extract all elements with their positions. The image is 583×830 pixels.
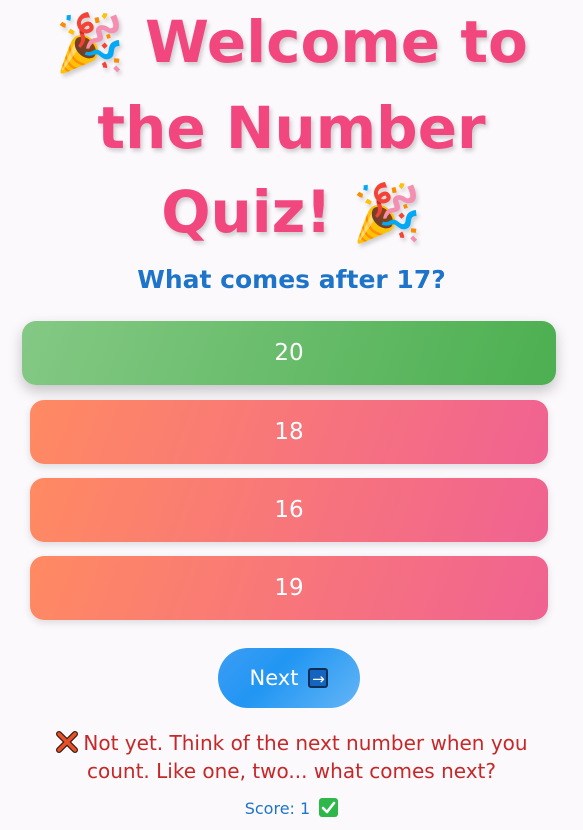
cross-mark-icon bbox=[56, 731, 79, 753]
answer-option-4[interactable]: 19 bbox=[30, 556, 548, 620]
title-line-3: Quiz! 🎉 bbox=[0, 170, 583, 256]
title-text-1: Welcome to bbox=[145, 8, 528, 76]
title-text-2: the Number bbox=[97, 94, 486, 162]
title-text-3: Quiz! bbox=[161, 178, 332, 246]
feedback-message: Not yet. Think of the next number when y… bbox=[40, 729, 543, 785]
check-mark-icon bbox=[319, 798, 339, 817]
title-line-1: 🎉 Welcome to bbox=[0, 0, 583, 86]
page-title: 🎉 Welcome to the Number Quiz! 🎉 bbox=[0, 0, 583, 256]
party-popper-icon: 🎉 bbox=[352, 181, 422, 246]
answer-option-3[interactable]: 16 bbox=[30, 478, 548, 542]
answer-option-2[interactable]: 18 bbox=[30, 400, 548, 464]
party-popper-icon: 🎉 bbox=[55, 11, 125, 76]
next-button-label: Next bbox=[249, 666, 299, 690]
right-arrow-icon: → bbox=[308, 668, 329, 688]
score-label: Score: 1 bbox=[244, 799, 311, 818]
quiz-app: 🎉 Welcome to the Number Quiz! 🎉 What com… bbox=[0, 0, 583, 830]
question-text: What comes after 17? bbox=[137, 265, 446, 294]
feedback-text: Not yet. Think of the next number when y… bbox=[83, 731, 528, 783]
title-line-2: the Number bbox=[0, 86, 583, 170]
score-display: Score: 1 bbox=[0, 798, 583, 820]
next-button[interactable]: Next → bbox=[218, 648, 360, 708]
answer-option-1[interactable]: 20 bbox=[22, 321, 556, 385]
